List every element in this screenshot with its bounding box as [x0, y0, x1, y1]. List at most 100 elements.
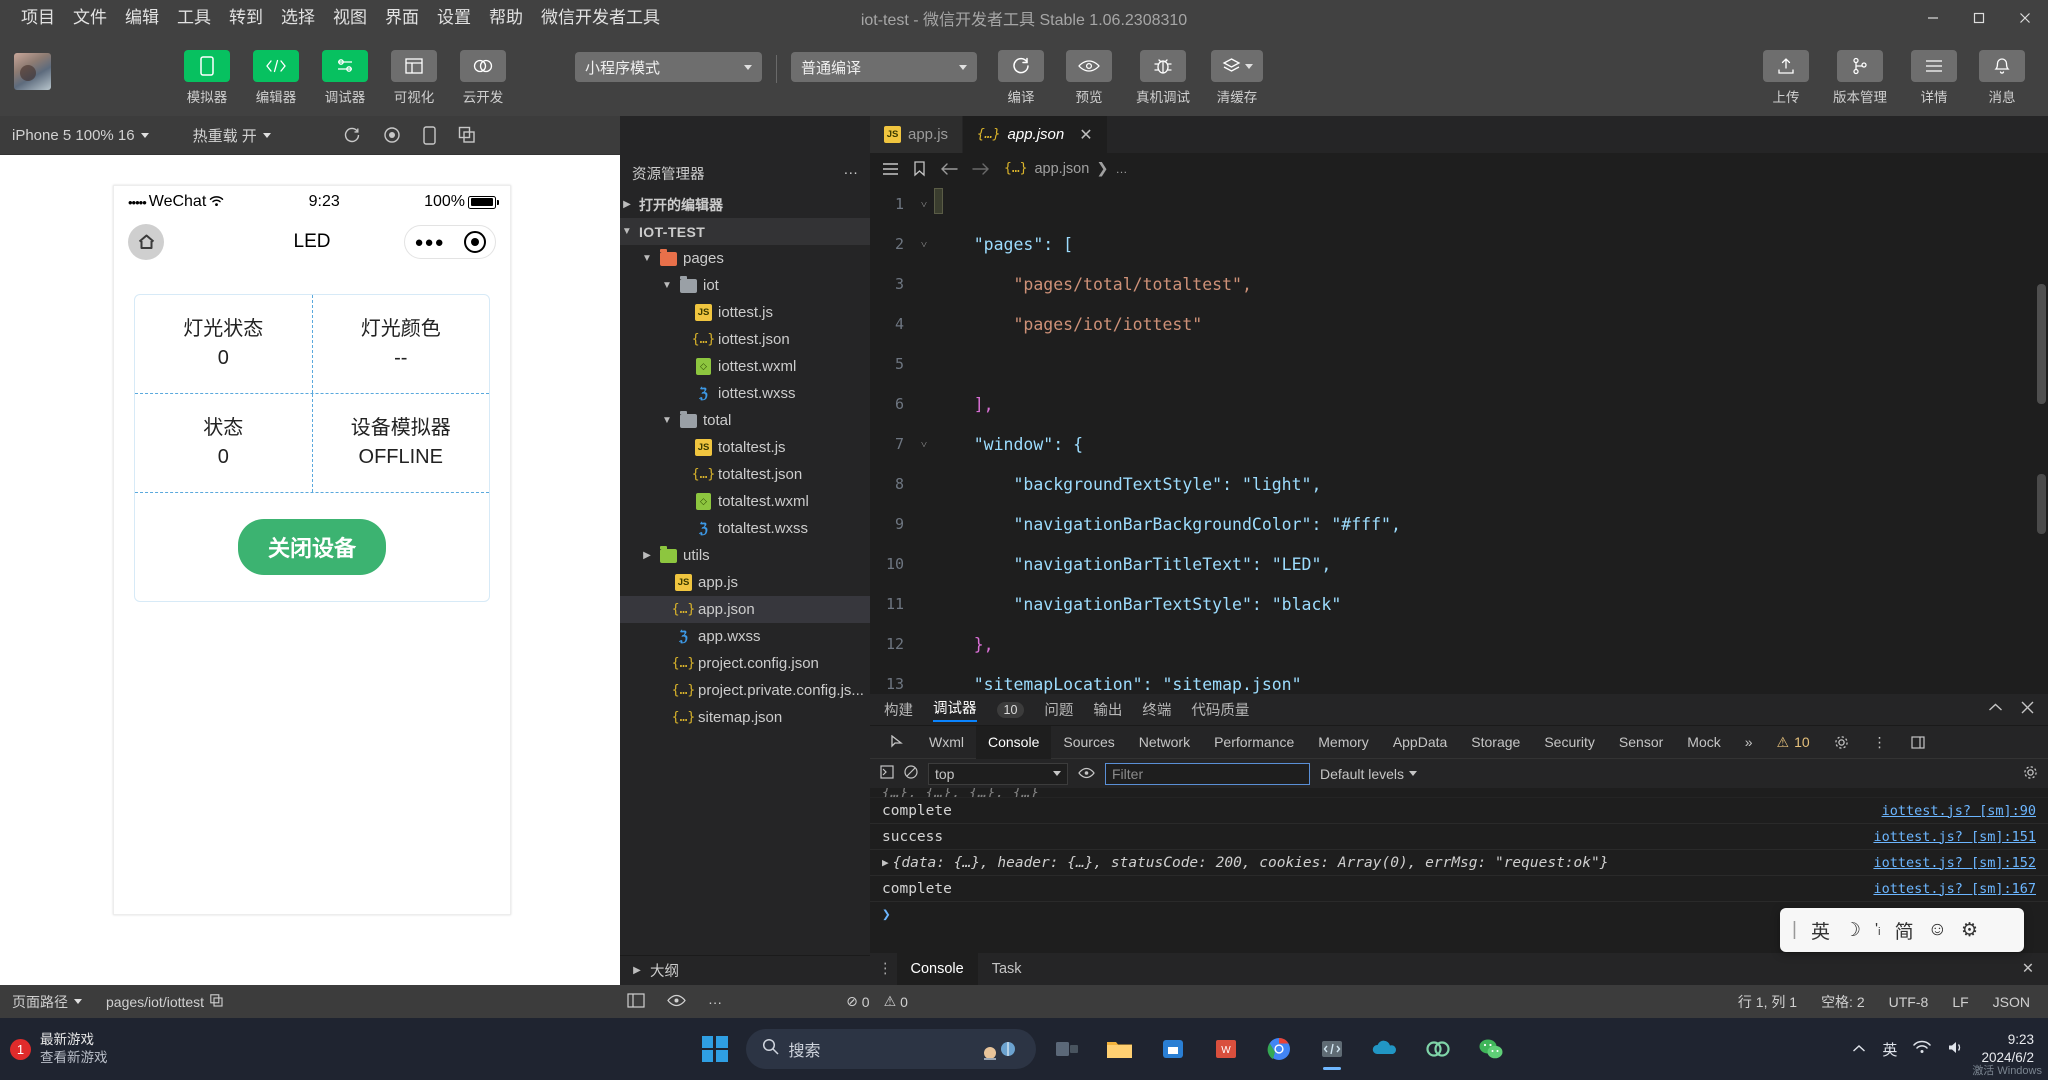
- menu-item-7[interactable]: 界面: [376, 4, 428, 32]
- devtools-tab-codequality[interactable]: 代码质量: [1191, 699, 1249, 720]
- menu-item-1[interactable]: 文件: [64, 4, 116, 32]
- editor-scrollbar-marker[interactable]: [2037, 474, 2046, 534]
- toolbar-button-clearcache[interactable]: 清缓存: [1207, 50, 1267, 106]
- copy-icon[interactable]: [458, 126, 476, 144]
- console-filter-input[interactable]: Filter: [1105, 762, 1310, 785]
- toolbar-button-details[interactable]: 详情: [1904, 50, 1964, 106]
- more-icon[interactable]: ●●●: [414, 234, 444, 251]
- tree-item-app-wxss[interactable]: ℨ app.wxss: [620, 623, 870, 650]
- dock-side-icon[interactable]: [1899, 726, 1937, 759]
- back-icon[interactable]: [940, 162, 958, 176]
- gear-icon[interactable]: [1822, 726, 1861, 759]
- microsoft-store-button[interactable]: [1151, 1026, 1195, 1072]
- close-device-button[interactable]: 关闭设备: [237, 519, 386, 575]
- tree-item-iot[interactable]: ▼ iot: [620, 272, 870, 299]
- warning-count[interactable]: ⚠ 10: [1765, 726, 1822, 759]
- tree-item-iottest-wxss[interactable]: ℨ iottest.wxss: [620, 380, 870, 407]
- menu-item-0[interactable]: 项目: [12, 4, 64, 32]
- tree-item-project-config[interactable]: {…} project.config.json: [620, 650, 870, 677]
- clear-console-icon[interactable]: [904, 765, 918, 782]
- wechat-button[interactable]: [1469, 1026, 1513, 1072]
- menu-item-10[interactable]: 微信开发者工具: [532, 4, 669, 32]
- tab-wxml[interactable]: Wxml: [917, 726, 976, 759]
- console-eye-icon[interactable]: [1078, 766, 1095, 782]
- console-context-select[interactable]: top: [928, 762, 1068, 785]
- tab-app-json[interactable]: {…} app.json ✕: [963, 116, 1108, 153]
- chevron-up-icon[interactable]: [1988, 701, 2003, 718]
- fold-toggle[interactable]: ˅: [914, 238, 934, 251]
- toolbar-button-editor[interactable]: 编辑器: [246, 50, 306, 106]
- menu-item-4[interactable]: 转到: [220, 4, 272, 32]
- close-icon[interactable]: [2021, 701, 2034, 718]
- outline-section[interactable]: ▶ 大纲: [620, 955, 870, 985]
- device-select[interactable]: iPhone 5 100% 16: [0, 127, 161, 144]
- tab-sources[interactable]: Sources: [1051, 726, 1126, 759]
- tab-mock[interactable]: Mock: [1675, 726, 1732, 759]
- tree-item-iottest-wxml[interactable]: ◇ iottest.wxml: [620, 353, 870, 380]
- toolbar-button-simulator[interactable]: 模拟器: [177, 50, 237, 106]
- language-mode[interactable]: JSON: [1981, 994, 2048, 1010]
- console-levels-select[interactable]: Default levels: [1320, 766, 1418, 782]
- devtools-button[interactable]: [1310, 1026, 1354, 1072]
- console-execute-icon[interactable]: [880, 765, 894, 782]
- tree-item-totaltest-wxml[interactable]: ◇ totaltest.wxml: [620, 488, 870, 515]
- code-area[interactable]: 1˅{ 2˅ "pages": [ 3 "pages/total/totalte…: [870, 184, 2048, 694]
- fold-toggle[interactable]: ˅: [914, 438, 934, 451]
- line-ending[interactable]: LF: [1940, 994, 1980, 1010]
- tree-item-app-json[interactable]: {…} app.json: [620, 596, 870, 623]
- link-button[interactable]: [1416, 1026, 1460, 1072]
- tree-item-utils[interactable]: ▶ utils: [620, 542, 870, 569]
- menu-item-2[interactable]: 编辑: [116, 4, 168, 32]
- tree-section-project[interactable]: ▼ IOT-TEST: [620, 218, 870, 245]
- inspect-element-icon[interactable]: [878, 726, 917, 759]
- toolbar-button-realdevice[interactable]: 真机调试: [1127, 50, 1199, 106]
- ime-handle[interactable]: |: [1792, 919, 1797, 941]
- indentation[interactable]: 空格: 2: [1809, 992, 1877, 1012]
- forward-icon[interactable]: [972, 162, 990, 176]
- ime-lang-button[interactable]: 英: [1811, 917, 1830, 944]
- tree-item-app-js[interactable]: JS app.js: [620, 569, 870, 596]
- menu-item-5[interactable]: 选择: [272, 4, 324, 32]
- tree-item-totaltest-wxss[interactable]: ℨ totaltest.wxss: [620, 515, 870, 542]
- ime-emoji-icon[interactable]: ☺: [1928, 919, 1947, 941]
- toolbar-button-cloud[interactable]: 云开发: [453, 50, 513, 106]
- devtools-tab-build[interactable]: 构建: [884, 699, 913, 720]
- toolbar-button-debugger[interactable]: 调试器: [315, 50, 375, 106]
- bookmark-icon[interactable]: [913, 160, 926, 177]
- close-button[interactable]: [2002, 0, 2048, 35]
- tree-item-sitemap-json[interactable]: {…} sitemap.json: [620, 704, 870, 731]
- volume-icon[interactable]: [1947, 1040, 1965, 1059]
- tree-item-totaltest-js[interactable]: JS totaltest.js: [620, 434, 870, 461]
- tab-appdata[interactable]: AppData: [1381, 726, 1459, 759]
- kebab-menu-icon[interactable]: ⋮: [1861, 726, 1899, 759]
- drawer-tab-task[interactable]: Task: [978, 953, 1036, 985]
- toolbar-button-version[interactable]: 版本管理: [1824, 50, 1896, 106]
- devtools-tab-debugger[interactable]: 调试器: [933, 697, 977, 722]
- file-explorer-button[interactable]: [1098, 1026, 1142, 1072]
- eye-icon[interactable]: [667, 994, 686, 1010]
- tab-security[interactable]: Security: [1532, 726, 1607, 759]
- toolbar-button-messages[interactable]: 消息: [1972, 50, 2032, 106]
- home-button[interactable]: [128, 224, 164, 260]
- tab-memory[interactable]: Memory: [1306, 726, 1381, 759]
- menu-item-9[interactable]: 帮助: [480, 4, 532, 32]
- copy-icon[interactable]: [210, 993, 223, 1010]
- tree-section-open-editors[interactable]: ▶ 打开的编辑器: [620, 191, 870, 218]
- tab-app-js[interactable]: JS app.js: [870, 116, 964, 153]
- breadcrumb-path[interactable]: {…} app.json ❯ …: [1004, 161, 1127, 177]
- close-icon[interactable]: ✕: [1079, 125, 1092, 145]
- onedrive-button[interactable]: [1363, 1026, 1407, 1072]
- task-view-button[interactable]: [1045, 1026, 1089, 1072]
- menu-item-6[interactable]: 视图: [324, 4, 376, 32]
- menu-item-3[interactable]: 工具: [168, 4, 220, 32]
- console-row-source[interactable]: iottest.js? [sm]:151: [1873, 829, 2036, 845]
- device-icon[interactable]: [423, 125, 436, 145]
- page-path-value-group[interactable]: pages/iot/iottest: [94, 994, 235, 1010]
- console-row-source[interactable]: iottest.js? [sm]:152: [1873, 855, 2036, 871]
- chevron-up-icon[interactable]: [1852, 1041, 1866, 1058]
- console-row-source[interactable]: iottest.js? [sm]:167: [1873, 881, 2036, 897]
- compile-select[interactable]: 普通编译: [791, 52, 977, 82]
- status-problem-counts[interactable]: ⊘ 0 ⚠ 0: [834, 993, 920, 1010]
- fold-toggle[interactable]: ˅: [914, 198, 934, 211]
- ime-settings-icon[interactable]: ⚙: [1961, 919, 1978, 942]
